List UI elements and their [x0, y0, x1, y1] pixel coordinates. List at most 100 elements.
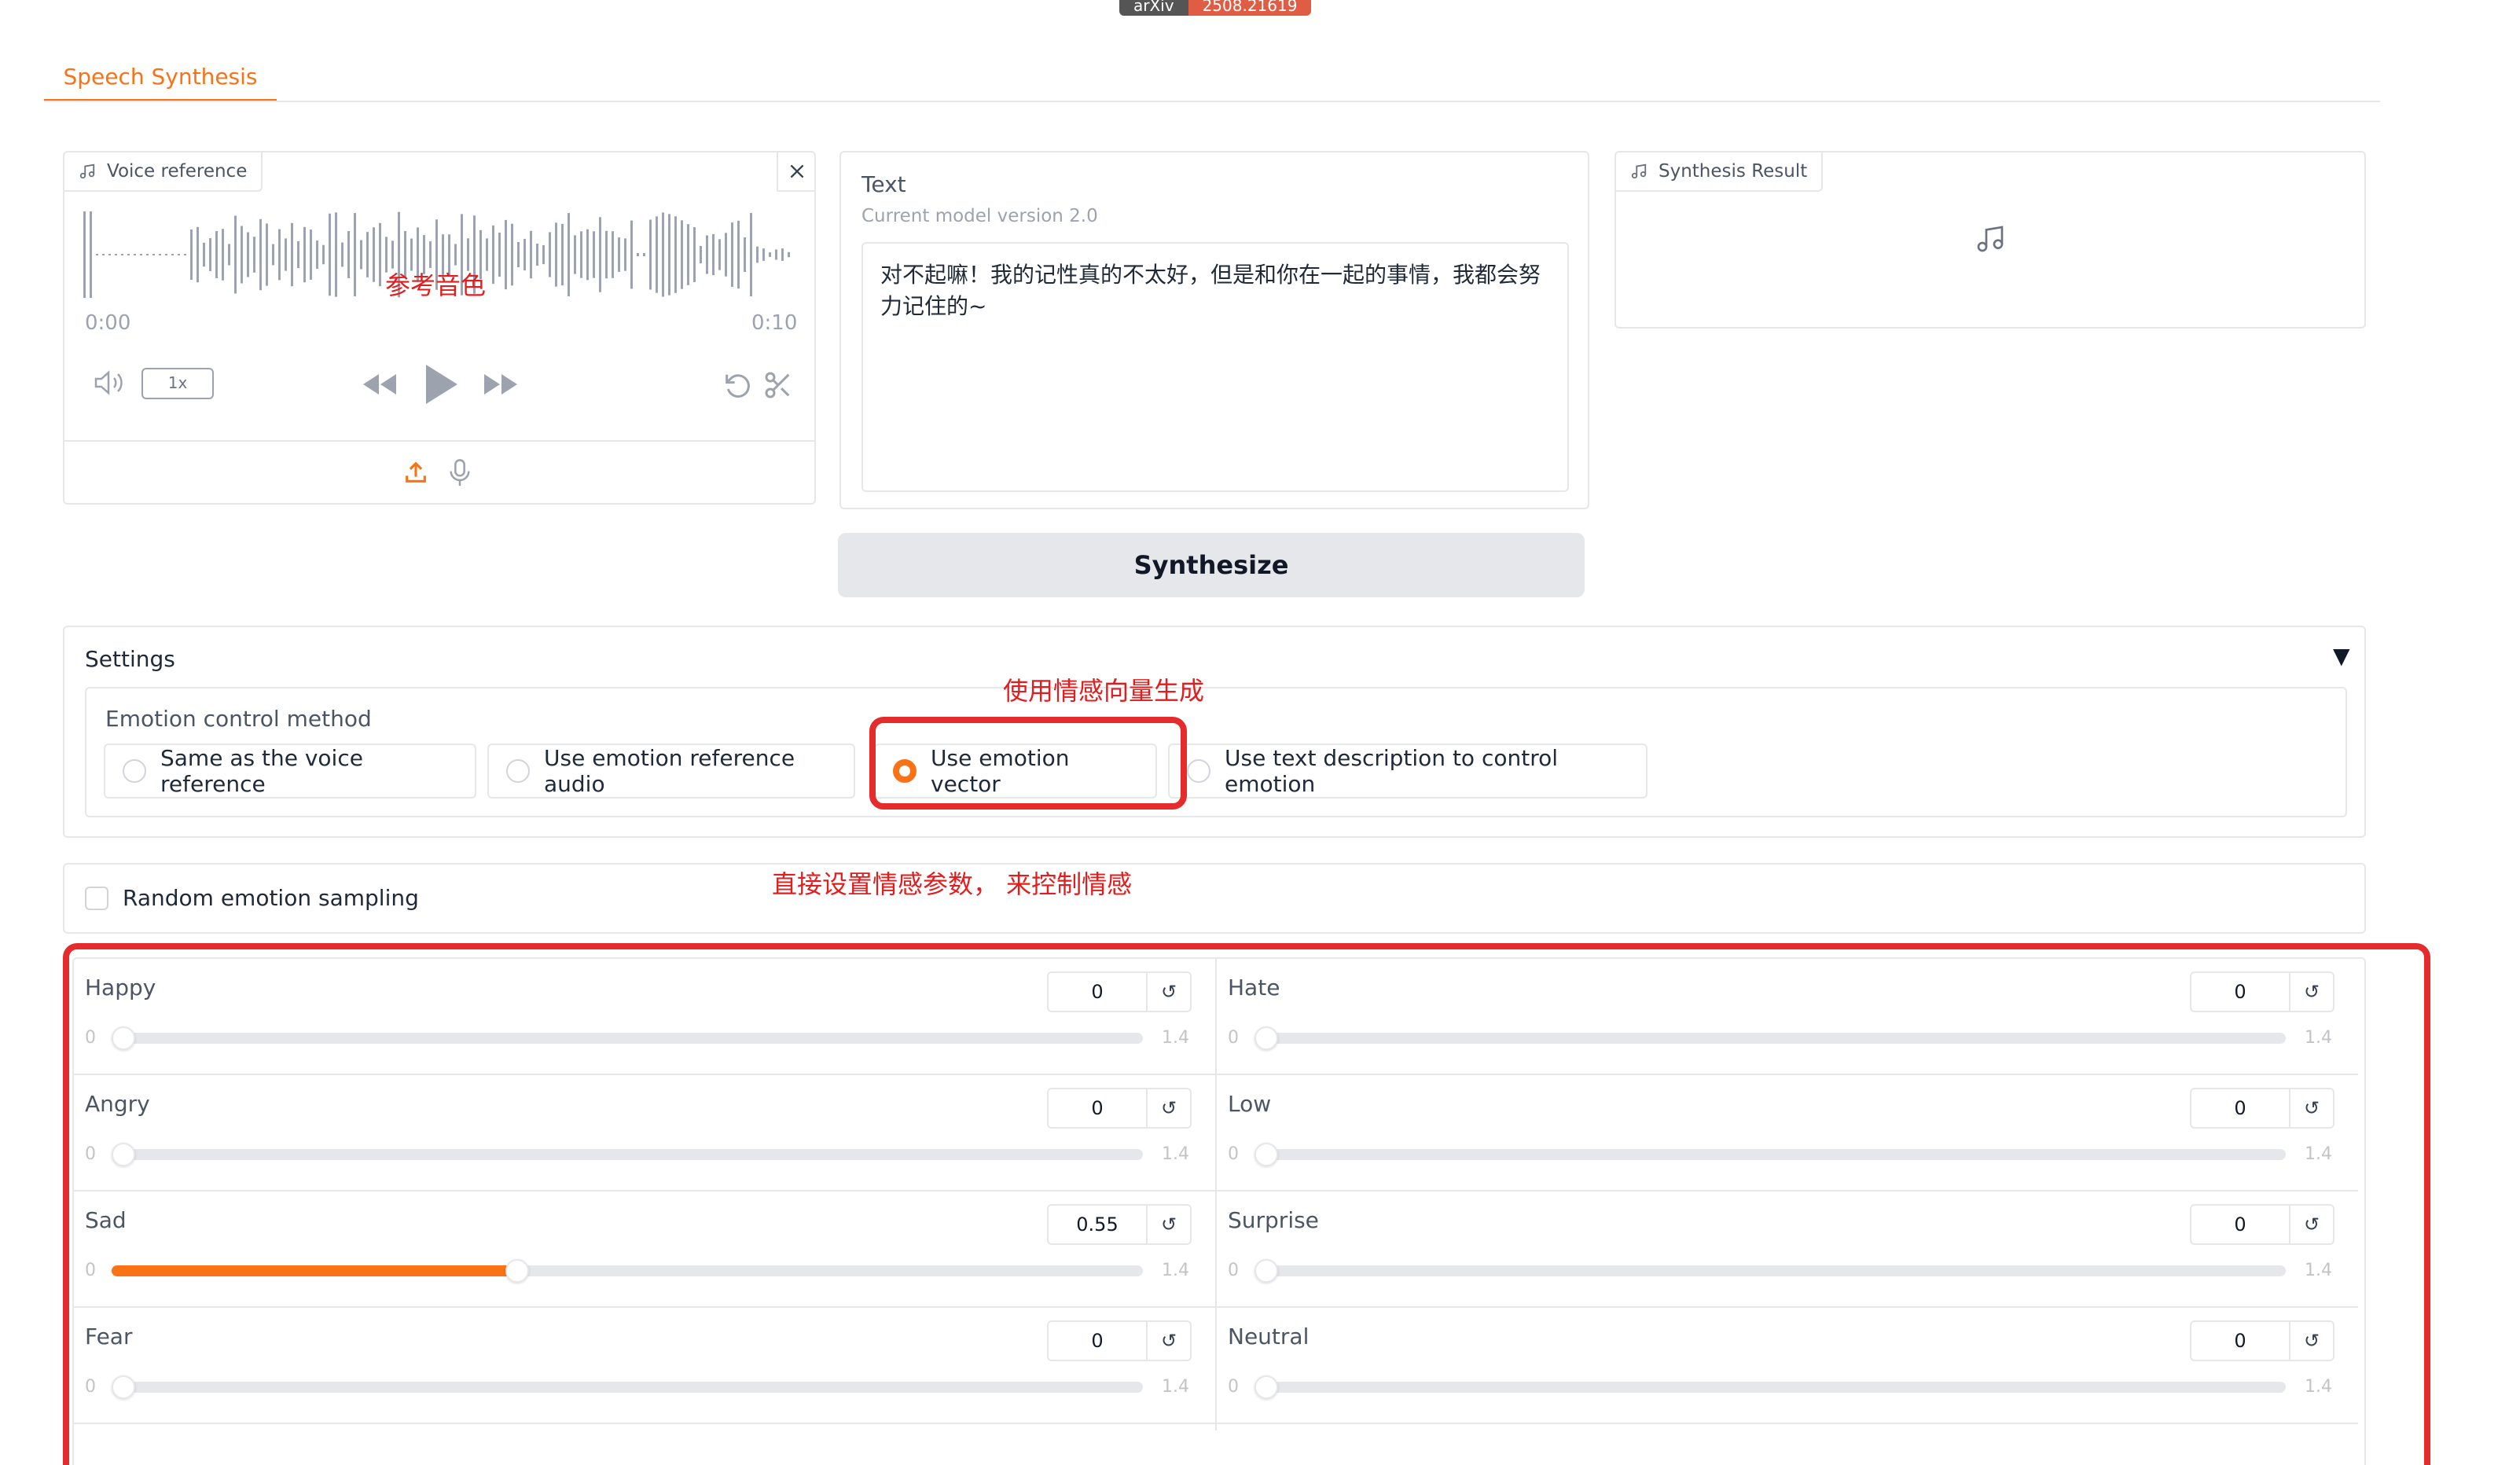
play-icon[interactable]	[423, 363, 459, 406]
waveform-bar	[530, 230, 532, 279]
text-info: Current model version 2.0	[861, 206, 1098, 226]
waveform-bar	[316, 240, 318, 269]
waveform-bar	[272, 244, 274, 266]
waveform-bar	[429, 241, 432, 268]
volume-icon[interactable]	[93, 369, 126, 396]
waveform-bar	[674, 216, 677, 293]
settings-collapse-toggle[interactable]: ▼	[2333, 643, 2350, 669]
waveform-bar	[731, 222, 733, 287]
settings-title[interactable]: Settings	[85, 646, 175, 672]
waveform-bar	[781, 248, 784, 261]
emotion-method-label: Emotion control method	[105, 706, 372, 732]
waveform-bar	[297, 240, 299, 269]
waveform-bar	[197, 226, 199, 283]
waveform-bar	[228, 244, 230, 266]
arxiv-badge-left: arXiv	[1119, 0, 1188, 16]
radio-text-description[interactable]: Use text description to control emotion	[1168, 744, 1648, 799]
waveform-bar	[222, 229, 224, 281]
waveform-bar	[247, 232, 249, 277]
waveform-bar	[234, 215, 237, 294]
waveform-bar	[649, 219, 652, 290]
radio-indicator	[506, 759, 530, 783]
highlight-box-emotion-vector	[869, 717, 1187, 810]
playback-speed-button[interactable]: 1x	[141, 368, 214, 399]
music-placeholder-icon	[1977, 226, 2004, 252]
upload-icon[interactable]	[402, 459, 429, 486]
waveform-bar	[354, 212, 356, 297]
waveform-bar	[662, 212, 664, 297]
waveform-bar	[618, 237, 620, 272]
voice-reference-label: Voice reference	[107, 161, 248, 182]
waveform-bar	[209, 238, 211, 271]
random-sampling-checkbox[interactable]	[85, 887, 108, 910]
annotation-vector: 使用情感向量生成	[1003, 676, 1205, 706]
close-icon	[790, 164, 804, 178]
waveform-bar	[83, 211, 86, 298]
waveform-bar	[605, 230, 608, 279]
waveform-bar	[127, 254, 130, 255]
waveform-bar	[775, 249, 777, 260]
waveform-bar	[656, 216, 658, 293]
waveform-bar	[391, 240, 394, 269]
waveform-bar	[505, 219, 507, 290]
waveform-bar	[706, 235, 708, 274]
waveform-bar	[159, 254, 161, 255]
radio-indicator	[123, 759, 146, 783]
tab-divider	[44, 101, 2380, 102]
waveform-bar	[486, 238, 488, 271]
waveform-bar	[184, 254, 186, 255]
radio-emotion-reference-audio[interactable]: Use emotion reference audio	[487, 744, 855, 799]
waveform-bar	[523, 238, 526, 271]
waveform-bar	[379, 222, 381, 287]
random-sampling-label: Random emotion sampling	[123, 885, 419, 911]
waveform-bar	[687, 224, 689, 285]
waveform-bar	[360, 240, 362, 270]
time-start: 0:00	[85, 311, 131, 335]
waveform-bar	[681, 220, 683, 289]
music-icon	[1631, 163, 1647, 179]
synthesis-result-chip: Synthesis Result	[1616, 152, 1824, 192]
waveform-bar	[517, 241, 520, 268]
music-icon	[79, 163, 95, 179]
waveform-bar	[568, 213, 570, 296]
waveform-bar	[341, 242, 343, 267]
waveform-bar	[580, 231, 582, 278]
waveform-bar	[498, 232, 501, 277]
synthesize-button[interactable]: Synthesize	[838, 533, 1585, 597]
waveform-bar	[637, 253, 639, 256]
tab-speech-synthesis[interactable]: Speech Synthesis	[44, 58, 277, 102]
waveform-bar	[96, 254, 98, 255]
time-end: 0:10	[751, 311, 798, 335]
arxiv-badge[interactable]: arXiv 2508.21619	[1119, 0, 1312, 16]
radio-same-as-reference[interactable]: Same as the voice reference	[104, 744, 476, 799]
waveform-bar	[725, 233, 727, 277]
waveform-bar	[146, 254, 149, 255]
waveform-bar	[593, 231, 595, 278]
microphone-icon[interactable]	[446, 457, 473, 487]
waveform-bar	[555, 222, 557, 287]
rewind-icon[interactable]	[360, 371, 398, 398]
waveform-bar	[373, 227, 375, 282]
waveform-bar	[165, 254, 167, 255]
scissors-icon[interactable]	[762, 369, 794, 401]
waveform-bar	[152, 254, 155, 255]
text-input[interactable]: 对不起嘛！我的记性真的不太好，但是和你在一起的事情，我都会努 力记住的~	[861, 242, 1569, 492]
undo-icon[interactable]	[722, 369, 753, 401]
waveform-bar	[241, 226, 243, 284]
waveform-bar	[303, 226, 306, 283]
waveform-bar	[121, 254, 123, 255]
waveform-bar	[322, 244, 325, 265]
waveform-bar	[511, 223, 513, 286]
waveform-bar	[737, 220, 740, 289]
waveform-bar	[253, 237, 255, 273]
close-button[interactable]	[777, 152, 816, 192]
waveform-bar	[718, 239, 721, 270]
fast-forward-icon[interactable]	[483, 371, 520, 398]
waveform-bar	[574, 235, 576, 274]
settings-panel: Settings ▼ Emotion control method	[63, 626, 2366, 838]
text-panel: Text Current model version 2.0 对不起嘛！我的记性…	[839, 151, 1589, 509]
waveform-bar	[668, 214, 670, 296]
waveform-bar	[215, 231, 218, 278]
waveform-bar	[643, 253, 645, 256]
waveform-bar	[492, 225, 494, 285]
